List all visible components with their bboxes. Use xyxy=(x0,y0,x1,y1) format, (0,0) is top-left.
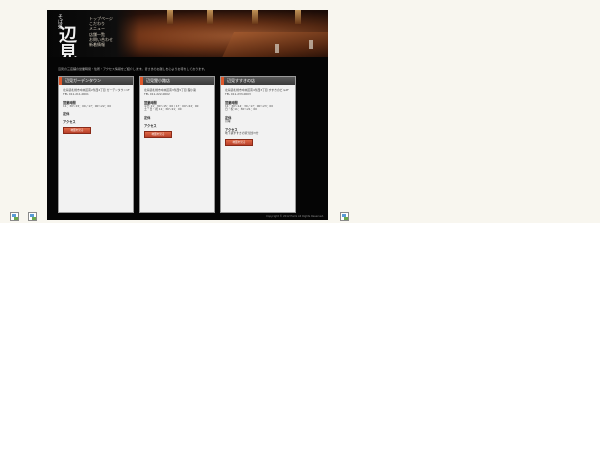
store-card: 辺見狸小路店 北海道札幌市中央区南3条西5丁目 狸小路 TEL 011-222-… xyxy=(139,76,215,213)
store-title: 辺見すすきの店 xyxy=(221,77,295,85)
lamp-decoration xyxy=(207,10,213,24)
glass-decoration xyxy=(309,40,313,49)
lamp-decoration xyxy=(167,10,173,24)
lamp-decoration xyxy=(252,10,258,24)
store-hours-weekend: 土・日・祝 11：30～21：00 xyxy=(144,107,182,112)
closed-label: 定休 xyxy=(63,112,70,117)
store-card: 辺見すすきの店 北海道札幌市中央区南4条西3丁目 すすきのビル2F TEL 01… xyxy=(220,76,296,213)
logo-area: そば処 辺見 トップページ こだわり メニュー 店舗一覧 お問い合わせ 新着情報 xyxy=(47,10,139,57)
map-button[interactable]: 地図を見る xyxy=(63,127,91,135)
broken-image-icon xyxy=(10,212,19,221)
store-title: 辺見ガーデンタウン xyxy=(59,77,133,85)
store-tel: TEL 011-222-0002 xyxy=(144,91,170,96)
map-button[interactable]: 地図を見る xyxy=(144,131,172,139)
glass-decoration xyxy=(275,44,279,53)
nav-item-news[interactable]: 新着情報 xyxy=(89,42,135,47)
header-banner: そば処 辺見 トップページ こだわり メニュー 店舗一覧 お問い合わせ 新着情報 xyxy=(47,10,328,57)
site-container: そば処 辺見 トップページ こだわり メニュー 店舗一覧 お問い合わせ 新着情報… xyxy=(47,10,328,220)
intro-text: 辺見の三店舗の営業時間・住所・アクセス情報をご紹介します。皆さまのお越しを心より… xyxy=(58,67,208,71)
map-button[interactable]: 地図を見る xyxy=(225,138,253,146)
store-hours-holiday: 日・祝 11：30～21：00 xyxy=(225,107,257,112)
logo-main-text: 辺見 xyxy=(59,25,77,58)
broken-image-icon xyxy=(28,212,37,221)
global-nav: トップページ こだわり メニュー 店舗一覧 お問い合わせ 新着情報 xyxy=(89,16,135,47)
lamp-decoration xyxy=(295,10,301,24)
access-label: アクセス xyxy=(63,120,76,125)
closed-label: 定休 xyxy=(144,116,151,121)
site-logo[interactable]: そば処 辺見 xyxy=(57,14,83,58)
copyright: Copyright © 2012 Hemi All Rights Reserve… xyxy=(266,215,324,218)
store-title: 辺見狸小路店 xyxy=(140,77,214,85)
store-hours: 11：30～15：00 / 17：00～22：00 xyxy=(63,103,111,108)
access-label: アクセス xyxy=(144,124,157,129)
store-card: 辺見ガーデンタウン 北海道札幌市中央区南2条西4丁目 ガーデンタウン1F TEL… xyxy=(58,76,134,213)
store-tel: TEL 011-211-0001 xyxy=(63,91,89,96)
broken-image-icon xyxy=(340,212,349,221)
store-access-note: 地下鉄すすきの駅 徒歩3分 xyxy=(225,130,259,135)
store-tel: TEL 011-233-0003 xyxy=(225,91,251,96)
store-closed-day: 月曜 xyxy=(225,119,231,124)
